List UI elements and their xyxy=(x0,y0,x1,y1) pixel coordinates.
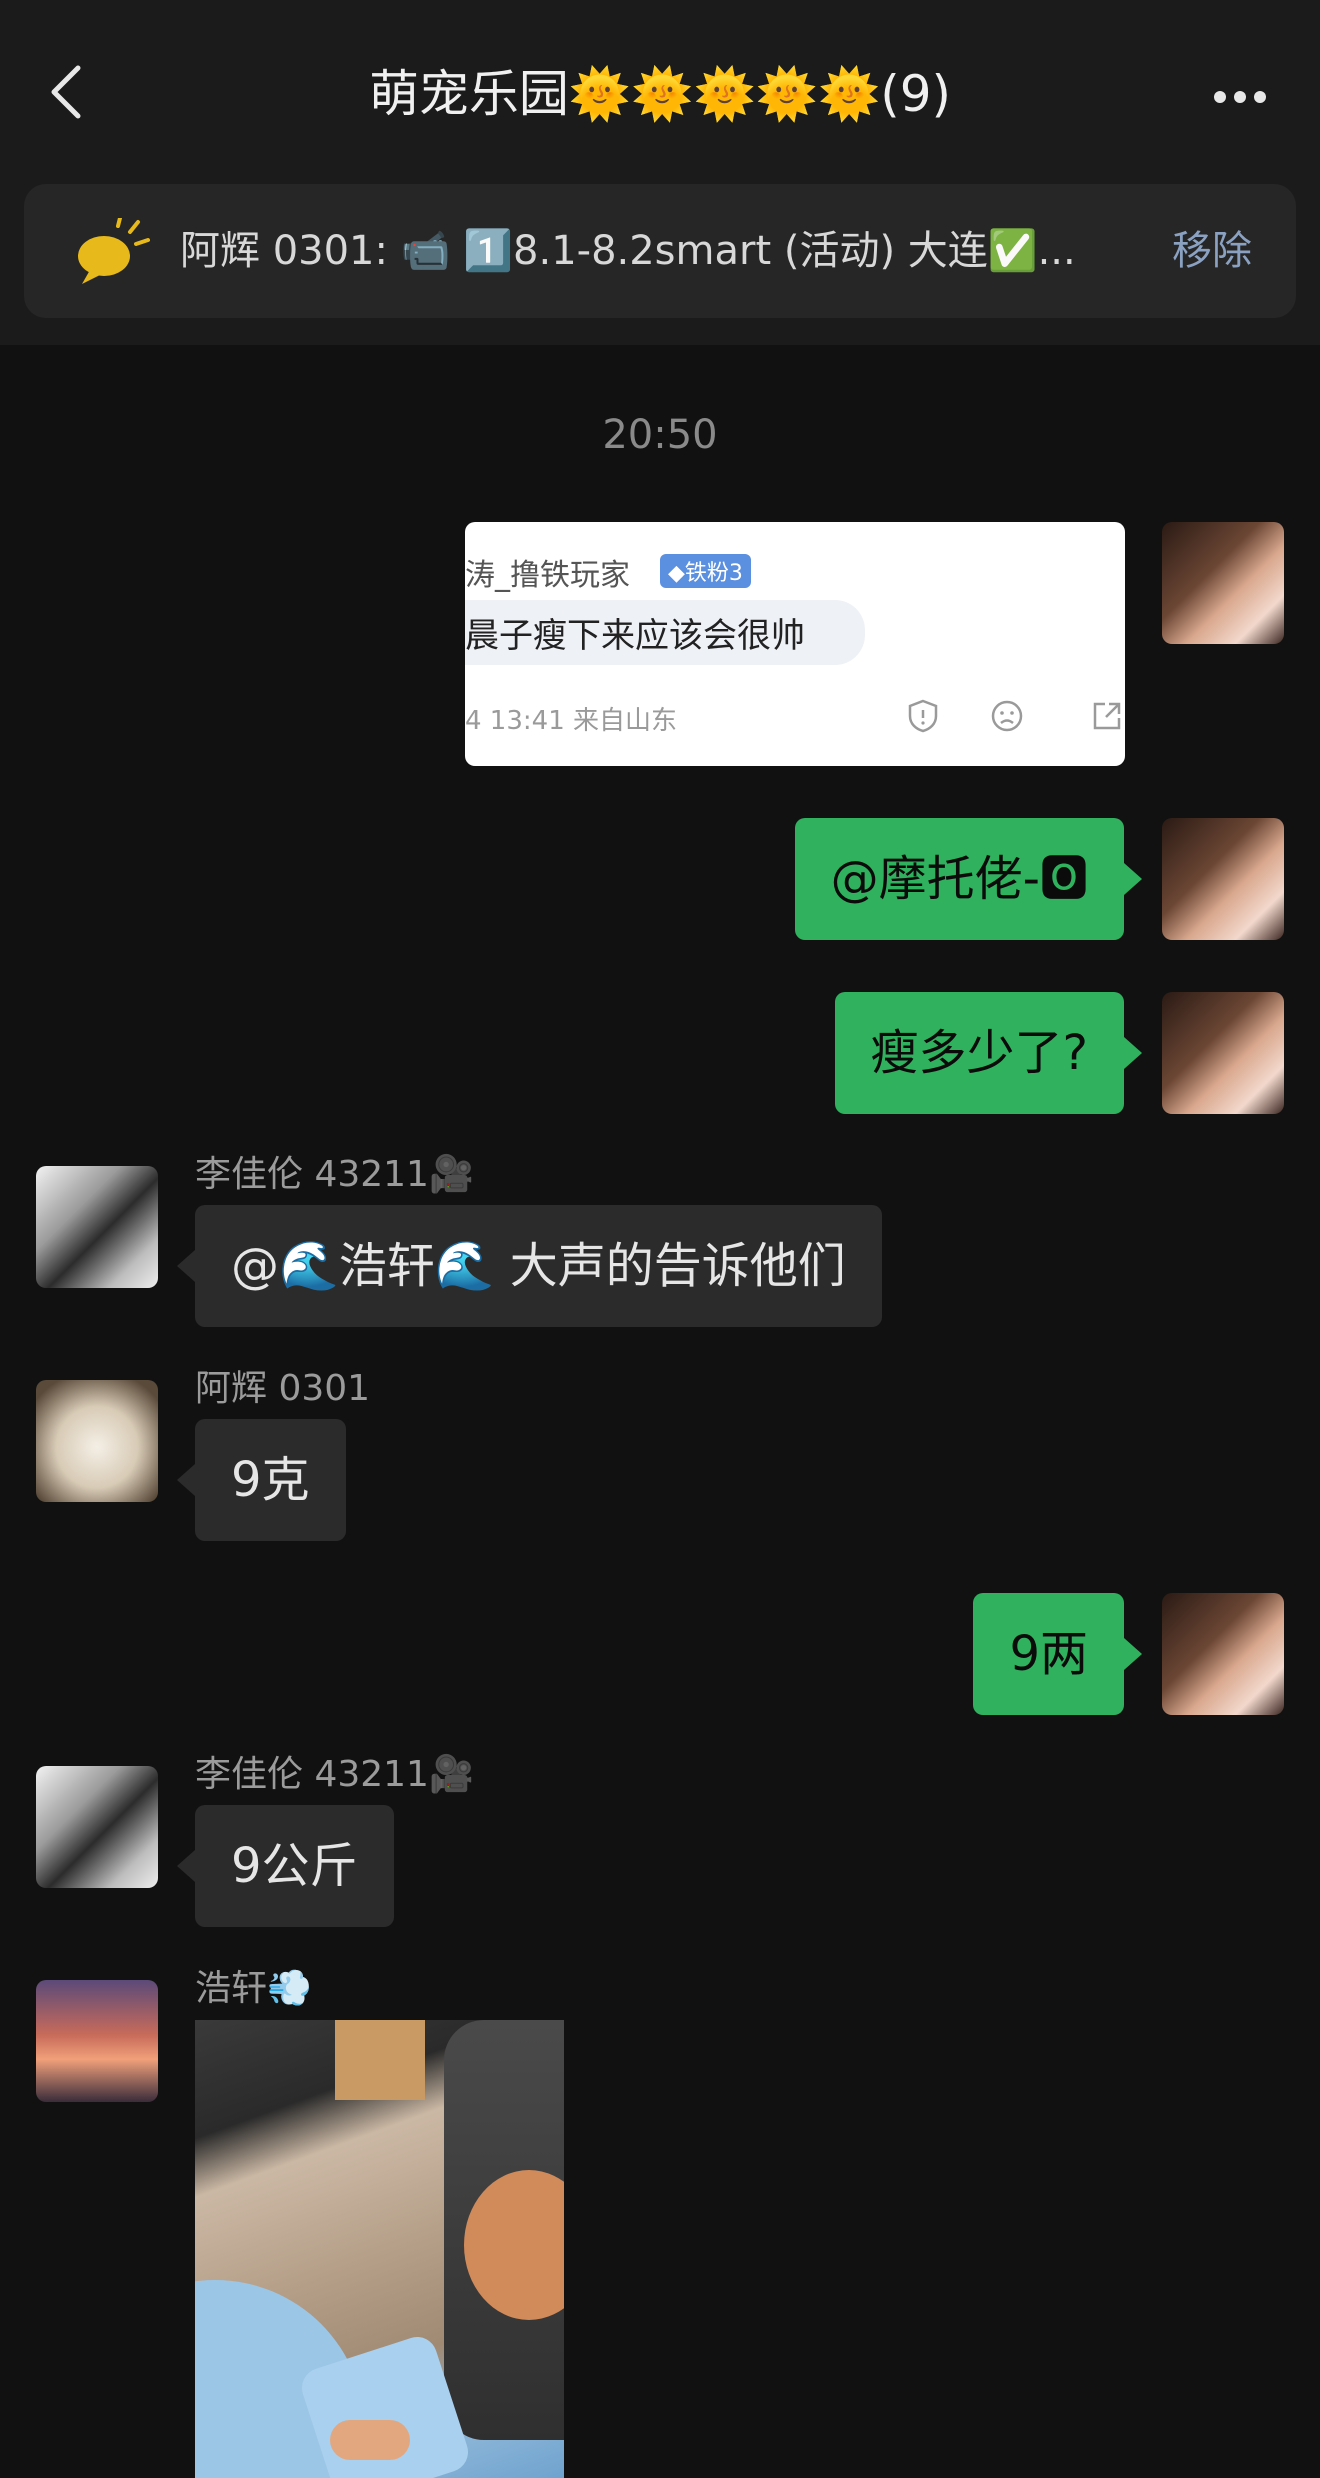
sender-name: 李佳伦 43211🎥 xyxy=(195,1754,474,1795)
image-message[interactable]: 涛_撸铁玩家 ◆铁粉3 晨子瘦下来应该会很帅 4 13:41 来自山东 xyxy=(465,522,1125,766)
bubble-tail xyxy=(177,1250,195,1282)
shield-icon xyxy=(908,699,938,733)
avatar[interactable] xyxy=(1162,992,1284,1114)
photo-message[interactable] xyxy=(195,2020,564,2478)
bubble-tail xyxy=(177,1464,195,1496)
bubble-tail xyxy=(1124,863,1142,895)
incoming-message-bubble[interactable]: @🌊浩轩🌊 大声的告诉他们 xyxy=(195,1205,882,1327)
card-username: 涛_撸铁玩家 xyxy=(465,558,630,593)
sender-name: 浩轩💨 xyxy=(195,1968,312,2009)
avatar[interactable] xyxy=(36,1380,158,1502)
sender-name: 李佳伦 43211🎥 xyxy=(195,1154,474,1195)
avatar[interactable] xyxy=(1162,818,1284,940)
bubble-tail xyxy=(177,1850,195,1882)
announcement-icon xyxy=(78,218,150,284)
chat-title: 萌宠乐园🌞🌞🌞🌞🌞(9) xyxy=(368,65,952,123)
incoming-message-bubble[interactable]: 9公斤 xyxy=(195,1805,394,1927)
incoming-message-bubble[interactable]: 9克 xyxy=(195,1419,346,1541)
avatar[interactable] xyxy=(36,1166,158,1288)
card-badge: ◆铁粉3 xyxy=(660,554,751,588)
share-icon xyxy=(1093,702,1121,730)
message-timestamp: 20:50 xyxy=(602,412,718,458)
card-comment-text: 晨子瘦下来应该会很帅 xyxy=(465,600,865,665)
dislike-face-icon xyxy=(991,700,1023,732)
avatar[interactable] xyxy=(36,1766,158,1888)
bubble-tail xyxy=(1124,1638,1142,1670)
outgoing-message-bubble[interactable]: 瘦多少了? xyxy=(834,992,1124,1114)
sender-name: 阿辉 0301 xyxy=(195,1368,371,1409)
outgoing-message-bubble[interactable]: 9两 xyxy=(973,1593,1124,1715)
remove-pinned-button[interactable]: 移除 xyxy=(1172,224,1252,278)
bubble-tail xyxy=(1124,1037,1142,1069)
outgoing-message-bubble[interactable]: @摩托佬-🅾 xyxy=(794,818,1124,940)
pinned-message[interactable]: 阿辉 0301: 📹 1️⃣8.1-8.2smart (活动) 大连✅... 移… xyxy=(24,184,1296,318)
chat-header: 萌宠乐园🌞🌞🌞🌞🌞(9) 阿辉 0301: 📹 1️⃣8.1-8.2smart … xyxy=(0,0,1320,345)
more-icon[interactable] xyxy=(1214,88,1274,103)
pinned-text: 阿辉 0301: 📹 1️⃣8.1-8.2smart (活动) 大连✅... xyxy=(180,228,1076,274)
avatar[interactable] xyxy=(1162,1593,1284,1715)
avatar[interactable] xyxy=(36,1980,158,2102)
avatar[interactable] xyxy=(1162,522,1284,644)
card-meta: 4 13:41 来自山东 xyxy=(465,706,677,736)
